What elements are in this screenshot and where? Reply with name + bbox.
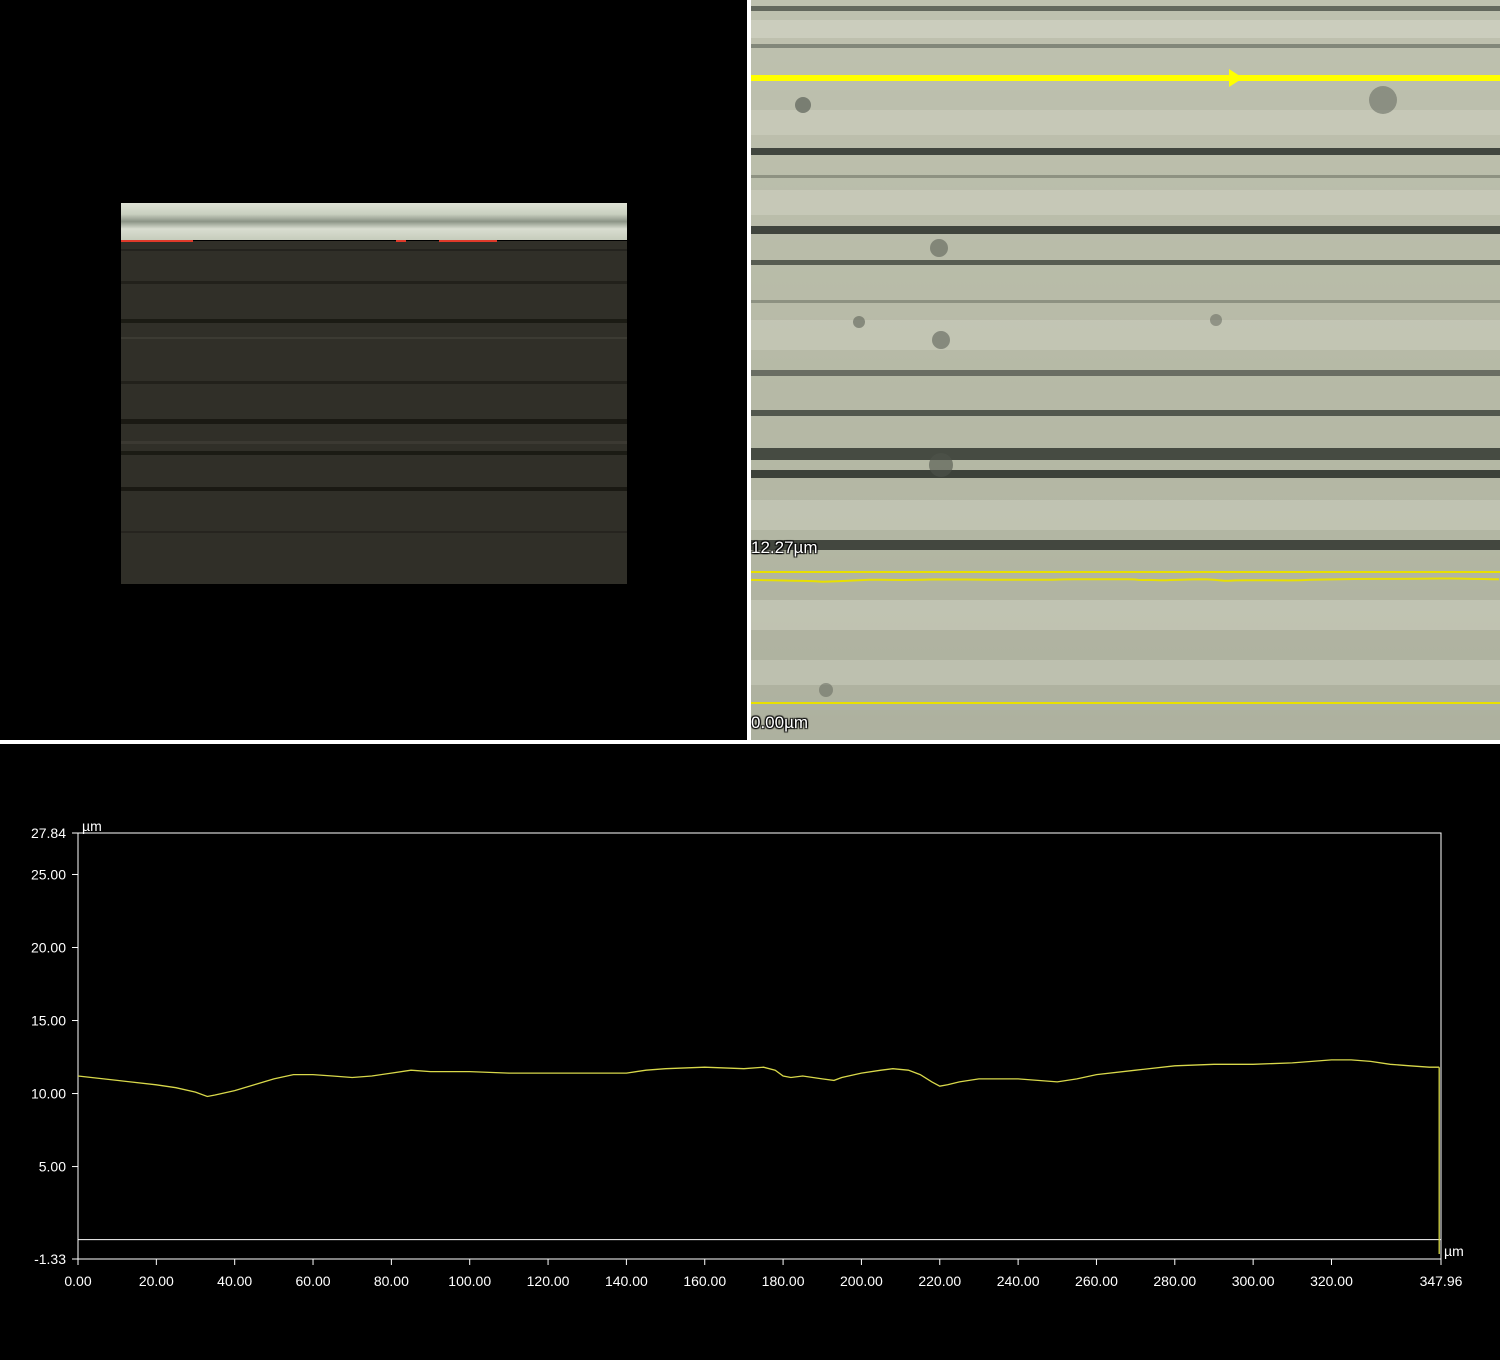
overview-panel [0, 0, 747, 740]
x-tick-label: 320.00 [1310, 1273, 1353, 1289]
overview-bright-strip [121, 203, 627, 240]
x-tick-label: 100.00 [448, 1273, 491, 1289]
overview-marker-left [121, 240, 193, 242]
y-tick-label: -1.33 [34, 1251, 66, 1267]
x-tick-label: 220.00 [918, 1273, 961, 1289]
upper-height-label: 12.27µm [751, 538, 818, 557]
x-tick-label: 180.00 [762, 1273, 805, 1289]
lower-height-label: 0.00µm [751, 713, 809, 732]
x-tick-label: 347.96 [1420, 1273, 1463, 1289]
zoom-micrograph [751, 0, 1500, 740]
x-tick-label: 0.00 [64, 1273, 91, 1289]
y-tick-label: 10.00 [31, 1086, 66, 1102]
overview-micrograph [121, 203, 627, 584]
x-tick-label: 120.00 [527, 1273, 570, 1289]
overview-marker-mid [396, 240, 406, 242]
y-tick-label: 15.00 [31, 1013, 66, 1029]
x-tick-label: 40.00 [217, 1273, 252, 1289]
y-tick-label: 27.84 [31, 825, 66, 841]
x-tick-label: 60.00 [296, 1273, 331, 1289]
scan-line [751, 75, 1500, 81]
x-tick-label: 140.00 [605, 1273, 648, 1289]
x-tick-label: 240.00 [997, 1273, 1040, 1289]
x-tick-label: 300.00 [1232, 1273, 1275, 1289]
x-tick-label: 260.00 [1075, 1273, 1118, 1289]
zoom-panel: 12.27µm 0.00µm [751, 0, 1500, 740]
y-tick-label: 25.00 [31, 866, 66, 882]
x-tick-label: 80.00 [374, 1273, 409, 1289]
x-tick-label: 20.00 [139, 1273, 174, 1289]
y-tick-label: 20.00 [31, 939, 66, 955]
overview-marker-right [439, 240, 497, 242]
x-tick-label: 160.00 [683, 1273, 726, 1289]
overview-texture [121, 249, 627, 533]
profile-chart: 27.84 25.00 20.00 15.00 10.00 5.00 -1.33 0.00 2… [31, 818, 1464, 1289]
y-tick-label: 5.00 [39, 1159, 66, 1175]
x-axis-unit: µm [1444, 1243, 1464, 1259]
y-axis-unit: µm [82, 818, 102, 834]
overview-dark-region [121, 241, 627, 584]
x-tick-label: 200.00 [840, 1273, 883, 1289]
plot-frame [77, 832, 1442, 1260]
x-tick-label: 280.00 [1153, 1273, 1196, 1289]
profile-series-line [77, 1059, 1440, 1098]
